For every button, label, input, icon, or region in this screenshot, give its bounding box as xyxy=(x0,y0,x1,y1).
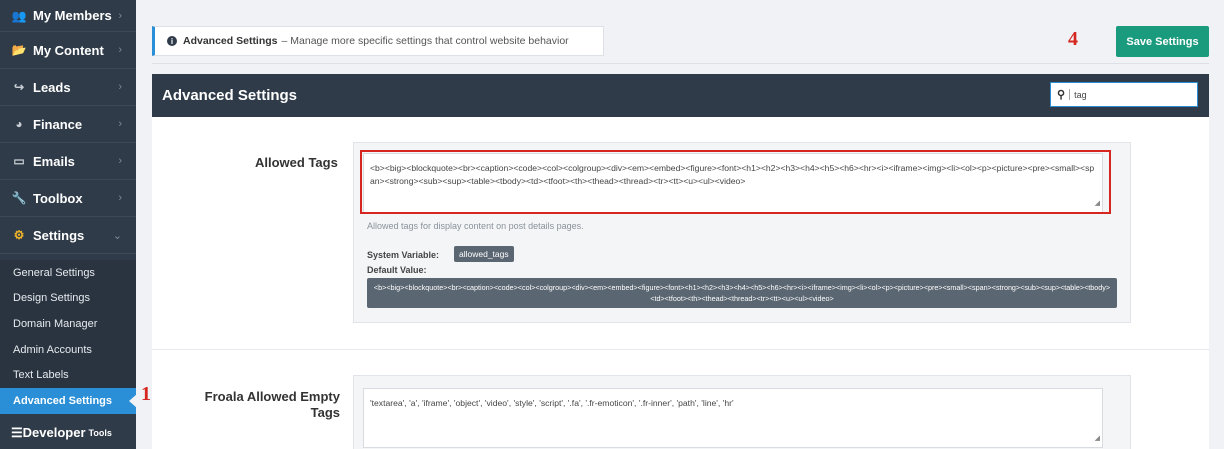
froala-tags-value: 'textarea', 'a', 'iframe', 'object', 'vi… xyxy=(370,398,734,408)
system-variable-label: System Variable: xyxy=(367,250,440,260)
default-value-box: <b><big><blockquote><br><caption><code><… xyxy=(367,278,1117,308)
froala-tags-label-line2: Tags xyxy=(310,405,340,420)
pie-chart-icon: ◕ xyxy=(15,117,23,131)
sidebar-item-label: Finance xyxy=(33,116,83,132)
notice-title: Advanced Settings xyxy=(183,35,278,47)
header-divider xyxy=(152,63,1209,64)
active-indicator xyxy=(129,393,137,408)
sidebar-subitem-general-settings[interactable]: General Settings xyxy=(0,260,136,286)
sidebar: 👥 My Members › 📂 My Content › ↪ Leads › … xyxy=(0,0,137,449)
sidebar-item-my-members[interactable]: 👥 My Members › xyxy=(0,0,136,32)
sidebar-item-settings[interactable]: ⚙ Settings ⌄ xyxy=(0,217,136,254)
search-input[interactable] xyxy=(1074,89,1185,100)
froala-tags-label: Froala Allowed Empty Tags xyxy=(190,389,340,421)
folder-icon: 📂 xyxy=(11,43,27,57)
sidebar-subitem-admin-accounts[interactable]: Admin Accounts xyxy=(0,337,136,363)
search-separator xyxy=(1069,89,1071,100)
panel-title: Advanced Settings xyxy=(162,87,298,104)
highlight-frame xyxy=(360,150,1111,214)
allowed-tags-label: Allowed Tags xyxy=(255,155,338,170)
chevron-right-icon: › xyxy=(118,81,122,93)
annotation-number-4: 4 xyxy=(1068,28,1078,50)
settings-search[interactable]: ⚲ xyxy=(1050,82,1198,107)
sidebar-item-label: Leads xyxy=(33,79,71,95)
chevron-down-icon: ⌄ xyxy=(112,229,122,242)
sidebar-item-label: Emails xyxy=(33,153,75,169)
sidebar-item-toolbox[interactable]: 🔧 Toolbox › xyxy=(0,180,136,217)
resize-handle-icon[interactable]: ◢ xyxy=(1095,432,1100,445)
info-icon: i xyxy=(167,36,177,46)
sidebar-item-my-content[interactable]: 📂 My Content › xyxy=(0,32,136,69)
default-value-label: Default Value: xyxy=(367,265,427,275)
system-variable-badge: allowed_tags xyxy=(454,246,514,262)
sidebar-item-suffix: Tools xyxy=(88,427,112,438)
chevron-right-icon: › xyxy=(118,9,122,22)
sidebar-subitem-label: Advanced Settings xyxy=(13,394,113,407)
chevron-right-icon: › xyxy=(118,118,122,130)
row-divider xyxy=(152,349,1209,350)
sidebar-item-label: Settings xyxy=(33,227,85,243)
sidebar-subitem-text-labels[interactable]: Text Labels xyxy=(0,362,136,388)
members-icon: 👥 xyxy=(11,8,27,23)
froala-tags-label-line1: Froala Allowed Empty xyxy=(204,389,340,404)
sidebar-subitem-advanced-settings[interactable]: Advanced Settings xyxy=(0,387,137,414)
sidebar-item-label: Developer xyxy=(22,425,86,441)
annotation-number-1: 1 xyxy=(141,383,151,405)
chevron-right-icon: › xyxy=(118,44,122,56)
allowed-tags-help: Allowed tags for display content on post… xyxy=(367,221,584,231)
search-icon: ⚲ xyxy=(1057,89,1066,101)
chevron-right-icon: › xyxy=(118,192,122,204)
sidebar-item-label: Toolbox xyxy=(33,190,83,206)
save-settings-button[interactable]: Save Settings xyxy=(1116,26,1209,57)
froala-tags-textarea[interactable]: 'textarea', 'a', 'iframe', 'object', 'vi… xyxy=(363,388,1103,448)
share-arrow-icon: ↪ xyxy=(13,80,25,94)
wrench-icon: 🔧 xyxy=(11,191,27,205)
settings-submenu: General Settings Design Settings Domain … xyxy=(0,260,137,414)
sidebar-item-emails[interactable]: ▭ Emails › xyxy=(0,143,136,180)
sidebar-subitem-design-settings[interactable]: Design Settings xyxy=(0,286,136,312)
notice-text: – Manage more specific settings that con… xyxy=(281,35,569,47)
page-notice: i Advanced Settings – Manage more specif… xyxy=(152,26,604,56)
sidebar-subitem-domain-manager[interactable]: Domain Manager xyxy=(0,311,136,337)
gear-icon: ⚙ xyxy=(13,228,25,242)
sliders-icon: ☰ xyxy=(11,424,23,440)
sidebar-item-finance[interactable]: ◕ Finance › xyxy=(0,106,136,143)
sidebar-item-label: My Content xyxy=(33,42,104,58)
sidebar-item-leads[interactable]: ↪ Leads › xyxy=(0,69,136,106)
sidebar-item-developer-tools[interactable]: ☰ Developer Tools xyxy=(0,417,136,448)
chevron-right-icon: › xyxy=(118,155,122,167)
inbox-icon: ▭ xyxy=(13,154,25,168)
sidebar-item-label: My Members xyxy=(33,8,112,23)
